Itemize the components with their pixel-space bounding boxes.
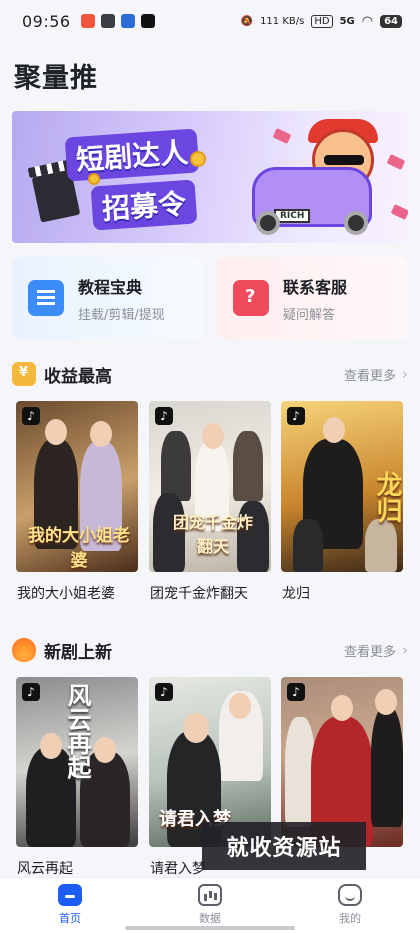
tiktok-icon: ♪ <box>22 683 40 701</box>
see-more-link[interactable]: 查看更多 › <box>344 365 408 384</box>
drama-caption: 龙归 <box>282 586 310 602</box>
poster-figure <box>365 519 397 572</box>
poster-face <box>45 419 67 445</box>
drama-caption: 风云再起 <box>17 861 73 877</box>
notification-app-icon <box>80 14 95 28</box>
banner-title-line2: 招募令 <box>90 179 198 231</box>
page-title: 聚量推 <box>14 63 98 94</box>
status-time: 09:56 <box>22 11 71 31</box>
tiktok-icon: ♪ <box>287 683 305 701</box>
tiktok-icon: ♪ <box>22 407 40 425</box>
drama-caption: 我的大小姐老婆 <box>17 586 115 602</box>
wheel-icon <box>256 211 280 235</box>
poster-face <box>229 693 251 719</box>
poster-figure <box>371 707 403 827</box>
tab-label: 数据 <box>199 912 221 925</box>
tab-home[interactable]: 首页 <box>30 884 110 926</box>
home-icon <box>58 884 82 906</box>
poster-face <box>40 733 62 759</box>
banner-title-line1: 短剧达人 <box>64 128 200 182</box>
notification-app-icon <box>100 14 115 28</box>
drama-poster[interactable]: ♪ 团宠千金炸翻天 <box>149 401 271 572</box>
net-speed: 111 KB/s <box>260 15 305 27</box>
drama-caption: 团宠千金炸翻天 <box>150 586 248 602</box>
poster-face <box>90 421 112 447</box>
battery-icon: 64 <box>380 14 402 28</box>
bottom-nav: 首页 数据 我的 <box>0 877 420 933</box>
tab-label: 首页 <box>59 912 81 925</box>
tiktok-icon: ♪ <box>287 407 305 425</box>
drama-poster[interactable]: ♪ 我的大小姐老婆 <box>16 401 138 572</box>
notification-app-icon <box>120 14 135 28</box>
section-header-new-drama: 新剧上新 查看更多 › <box>12 636 408 664</box>
bar-chart-icon <box>198 884 222 906</box>
mute-icon: 🔕 <box>240 15 254 27</box>
tab-data[interactable]: 数据 <box>170 884 250 926</box>
money-icon <box>386 154 406 170</box>
wheel-icon <box>344 211 368 235</box>
poster-face <box>331 695 353 721</box>
tab-label: 我的 <box>339 912 361 925</box>
signal-icon: 5G <box>339 15 355 27</box>
fire-icon <box>12 638 36 662</box>
status-bar: 09:56 🔕 111 KB/s HD 5G ◠ 64 <box>0 0 420 42</box>
section-title: 收益最高 <box>44 366 112 387</box>
chat-question-icon <box>233 280 269 316</box>
money-icon <box>272 128 292 144</box>
chevron-right-icon: › <box>402 641 408 659</box>
tab-mine[interactable]: 我的 <box>310 884 390 926</box>
drama-poster[interactable]: ♪ 风云再起 <box>16 677 138 847</box>
poster-title: 风云再起 <box>63 683 91 779</box>
poster-title: 龙归 <box>372 471 402 523</box>
see-more-label: 查看更多 <box>343 368 396 384</box>
poster-title: 我的大小姐老婆 <box>28 526 130 571</box>
profile-smile-icon <box>338 884 362 906</box>
poster-title: 团宠千金炸翻天 <box>172 513 253 556</box>
tiktok-notification-icon <box>140 14 155 28</box>
tutorial-card[interactable]: 教程宝典 挂载/剪辑/提现 <box>12 257 203 339</box>
document-icon <box>28 280 64 316</box>
recruit-banner[interactable]: 短剧达人 招募令 RICH <box>12 111 408 243</box>
tiktok-icon: ♪ <box>155 683 173 701</box>
watermark-overlay: 就收资源站 <box>202 822 366 870</box>
poster-face <box>94 737 116 763</box>
coin-icon <box>190 151 206 167</box>
hd-icon: HD <box>311 14 333 28</box>
home-indicator[interactable] <box>125 926 295 930</box>
sunglasses-icon <box>324 155 364 165</box>
card-title: 教程宝典 <box>78 277 143 297</box>
customer-service-card[interactable]: 联系客服 疑问解答 <box>217 257 408 339</box>
wifi-icon: ◠ <box>361 13 374 29</box>
drama-caption: 请君入梦 <box>150 861 206 877</box>
poster-figure <box>233 431 263 501</box>
tiktok-icon: ♪ <box>155 407 173 425</box>
section-title: 新剧上新 <box>44 642 112 663</box>
poster-figure <box>293 519 323 572</box>
poster-face <box>323 417 345 443</box>
drama-poster[interactable]: ♪ 龙归 <box>281 401 403 572</box>
chevron-right-icon: › <box>402 365 408 383</box>
money-icon <box>390 204 408 220</box>
card-title: 联系客服 <box>283 277 348 297</box>
see-more-label: 查看更多 <box>343 644 396 660</box>
coin-icon <box>88 173 100 185</box>
see-more-link[interactable]: 查看更多 › <box>344 641 408 660</box>
poster-face <box>375 689 397 715</box>
coin-bag-icon <box>12 362 36 386</box>
poster-figure <box>161 431 191 501</box>
section-header-top-earning: 收益最高 查看更多 › <box>12 360 408 388</box>
card-subtitle: 挂载/剪辑/提现 <box>78 307 165 323</box>
poster-face <box>202 423 224 449</box>
poster-face <box>183 713 209 743</box>
card-subtitle: 疑问解答 <box>283 307 336 323</box>
